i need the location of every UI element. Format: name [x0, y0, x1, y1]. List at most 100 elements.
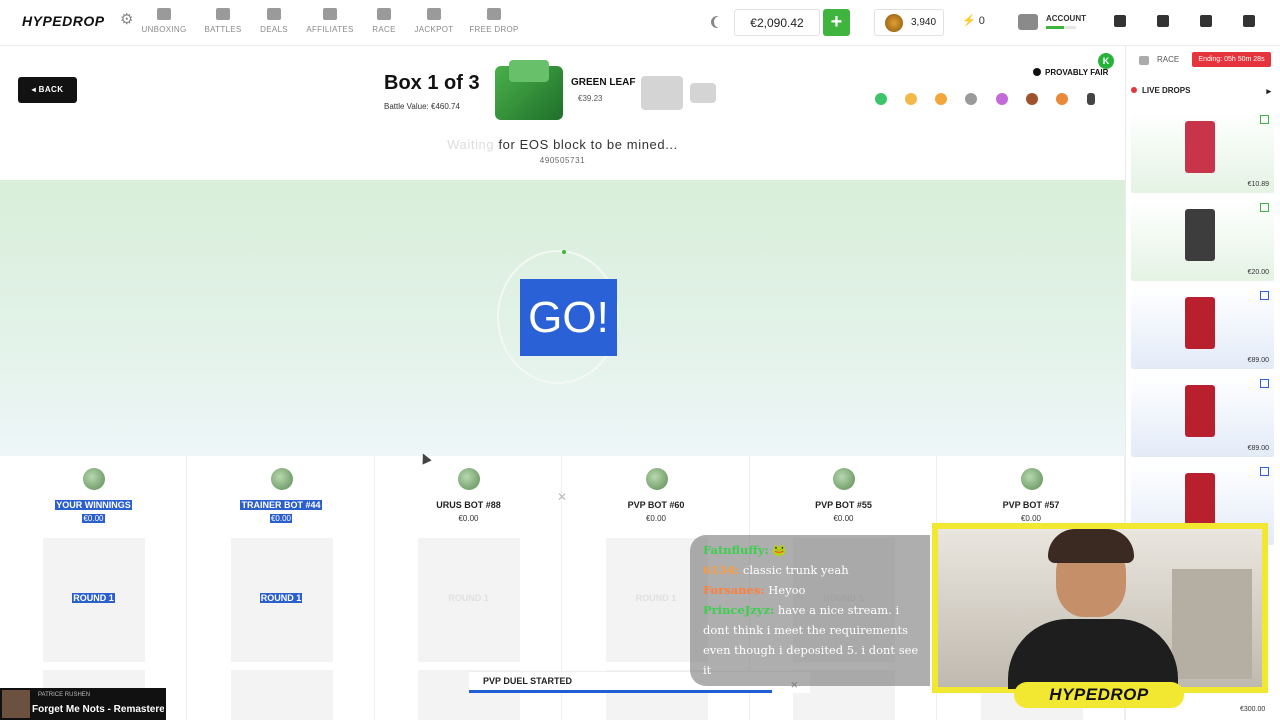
- live-drop-card[interactable]: €89.00: [1131, 375, 1274, 457]
- nav-jackpot[interactable]: JACKPOT: [406, 8, 462, 34]
- nav-label: BATTLES: [204, 25, 242, 34]
- account-menu[interactable]: ACCOUNT: [1018, 10, 1088, 36]
- nav-affiliates[interactable]: AFFILIATES: [302, 8, 358, 34]
- drop-item-image: [1185, 473, 1215, 525]
- round-label: ROUND 1: [0, 593, 187, 603]
- provably-fair-link[interactable]: PROVABLY FAIR: [1033, 68, 1108, 77]
- coins-display[interactable]: 3,940: [874, 9, 944, 36]
- shocked-emoji-icon[interactable]: [935, 93, 947, 105]
- race-icon: [377, 8, 391, 20]
- gift-icon: [487, 8, 501, 20]
- drop-tag-icon: [1260, 291, 1269, 300]
- bolts-display[interactable]: ⚡ 0: [962, 14, 985, 27]
- back-label: BACK: [38, 85, 64, 94]
- player-value-text: €0.00: [269, 514, 293, 523]
- chevron-right-icon[interactable]: ▸: [1266, 86, 1271, 97]
- drop-tag-icon: [1260, 203, 1269, 212]
- nav-battles[interactable]: BATTLES: [195, 8, 251, 34]
- player-avatar: [270, 468, 293, 490]
- player-value: €0.00: [0, 514, 187, 523]
- balance-display[interactable]: €2,090.42: [734, 9, 820, 36]
- microphone-icon[interactable]: [1087, 93, 1095, 105]
- status-faded: Waiting: [447, 137, 495, 152]
- drop-price: €300.00: [1240, 706, 1266, 713]
- status-main: for EOS block to be mined...: [498, 137, 678, 152]
- eye-emoji-icon[interactable]: [996, 93, 1008, 105]
- player-value: €0.00: [750, 514, 937, 523]
- drop-price: €20.00: [1247, 269, 1269, 276]
- back-button[interactable]: ◂ BACK: [18, 77, 77, 103]
- drop-price: €89.00: [1247, 357, 1269, 364]
- bolts-count: 0: [978, 15, 985, 27]
- truck-icon[interactable]: [1243, 15, 1255, 27]
- album-art: [2, 690, 30, 718]
- chat-user: Fatnfluffy:: [703, 543, 769, 557]
- poop-emoji-icon[interactable]: [1026, 93, 1038, 105]
- toast-text: PVP DUEL STARTED: [483, 676, 573, 686]
- player-value: €0.00: [188, 514, 375, 523]
- deposit-button[interactable]: +: [823, 9, 850, 36]
- player-avatar: [833, 468, 855, 490]
- live-drop-card[interactable]: €20.00: [1131, 199, 1274, 281]
- mail-icon[interactable]: [1200, 15, 1212, 27]
- player-value: €0.00: [375, 514, 562, 523]
- drop-tag-icon: [1260, 379, 1269, 388]
- player-column: YOUR WINNINGS €0.00 ROUND 1: [0, 456, 187, 720]
- cart-icon[interactable]: [1157, 15, 1169, 27]
- status-text: Waiting for EOS block to be mined...: [0, 137, 1125, 152]
- player-name-text: TRAINER BOT #44: [240, 500, 322, 510]
- battles-icon: [216, 8, 230, 20]
- stream-chat-overlay: Fatnfluffy: 🐸 6134: classic trunk yeah F…: [690, 535, 930, 686]
- moon-icon[interactable]: [714, 16, 726, 28]
- logo[interactable]: HYPEDROP: [22, 13, 105, 29]
- player-value-text: €0.00: [1020, 514, 1042, 523]
- account-progress: [1046, 26, 1076, 29]
- race-row[interactable]: RACE Ending: 05h 50m 28s: [1131, 52, 1271, 69]
- race-ending-badge: Ending: 05h 50m 28s: [1192, 52, 1271, 67]
- streamer-body: [1008, 619, 1178, 689]
- countdown-ring-indicator: [562, 250, 566, 254]
- player-name-text: YOUR WINNINGS: [55, 500, 132, 510]
- nav-deals[interactable]: DEALS: [246, 8, 302, 34]
- player-value-text: €0.00: [645, 514, 667, 523]
- coin-icon: [885, 14, 903, 32]
- player-name: YOUR WINNINGS: [0, 500, 187, 510]
- player-value-text: €0.00: [82, 514, 105, 523]
- live-drop-card[interactable]: €10.89: [1131, 111, 1274, 193]
- round-label-text: ROUND 1: [72, 593, 115, 603]
- chat-icon[interactable]: [1114, 15, 1126, 27]
- page-root: HYPEDROP ⚙ UNBOXING BATTLES DEALS AFFILI…: [0, 0, 1280, 720]
- nav-unboxing[interactable]: UNBOXING: [136, 8, 192, 34]
- player-name-text: URUS BOT #88: [436, 500, 501, 510]
- versus-icon: ✕: [557, 490, 568, 504]
- nav-label: RACE: [372, 25, 396, 34]
- round-label-text: ROUND 1: [448, 593, 489, 603]
- player-name-text: PVP BOT #60: [627, 500, 685, 510]
- race-icon: [1139, 56, 1149, 65]
- drop-price: €10.89: [1247, 181, 1269, 188]
- round-label-text: ROUND 1: [635, 593, 677, 603]
- webcam-brand-label: HYPEDROP: [1014, 682, 1184, 708]
- fingers-crossed-emoji-icon[interactable]: [905, 93, 917, 105]
- heart-emoji-icon[interactable]: [875, 93, 887, 105]
- round-box: [230, 670, 333, 720]
- coins-count: 3,940: [911, 17, 937, 28]
- now-playing-artist: PATRICE RUSHEN: [38, 692, 91, 698]
- deals-icon: [267, 8, 281, 20]
- nav-free-drop[interactable]: FREE DROP: [466, 8, 522, 34]
- nav-label: DEALS: [260, 25, 288, 34]
- live-drops-header[interactable]: LIVE DROPS ▸: [1131, 86, 1271, 97]
- trophy-icon: [427, 8, 441, 20]
- nav-race[interactable]: RACE: [356, 8, 412, 34]
- live-drops-label: LIVE DROPS: [1142, 86, 1191, 95]
- round-label-text: ROUND 1: [259, 593, 303, 603]
- skull-emoji-icon[interactable]: [965, 93, 977, 105]
- account-icon: [1018, 14, 1038, 30]
- kick-icon[interactable]: K: [1098, 53, 1114, 69]
- player-value: €0.00: [938, 514, 1125, 523]
- nav-label: AFFILIATES: [306, 25, 354, 34]
- live-drop-card[interactable]: €89.00: [1131, 287, 1274, 369]
- gear-icon[interactable]: ⚙: [120, 12, 136, 28]
- angry-emoji-icon[interactable]: [1056, 93, 1068, 105]
- box-name: GREEN LEAF: [571, 77, 636, 88]
